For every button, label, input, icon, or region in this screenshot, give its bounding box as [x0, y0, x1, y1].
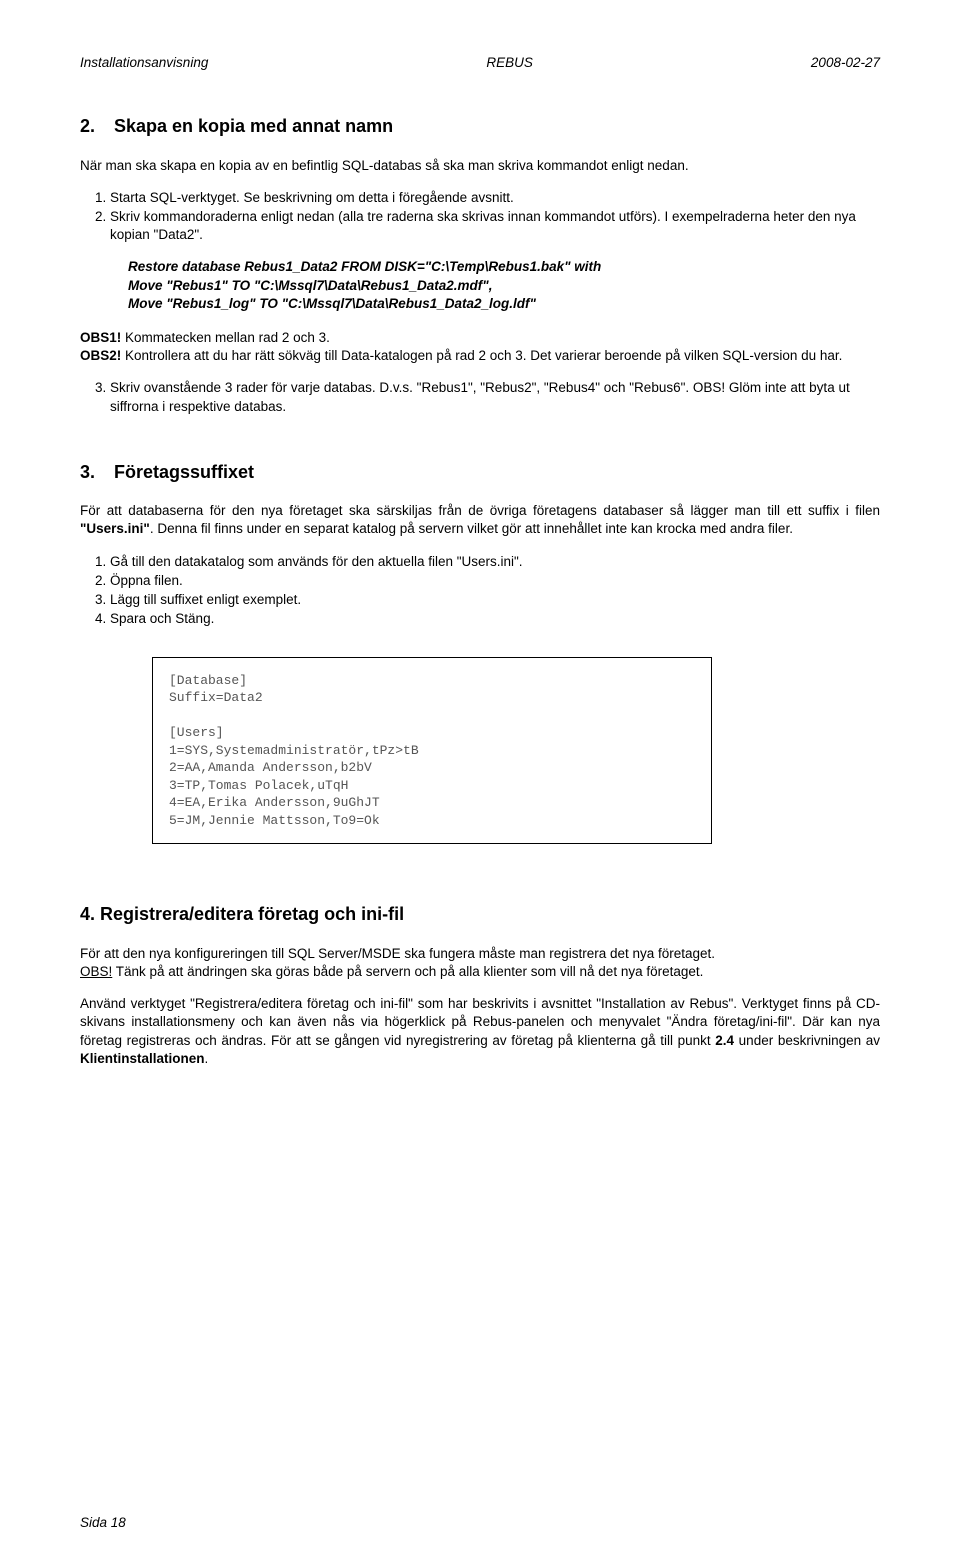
sec4-p2e: .: [205, 1051, 209, 1066]
sec2-code-block: Restore database Rebus1_Data2 FROM DISK=…: [128, 258, 880, 313]
cb-l8: 4=EA,Erika Andersson,9uGhJT: [169, 795, 380, 810]
sec4-obs-label: OBS!: [80, 964, 112, 979]
sec2-code-line-3: Move "Rebus1_log" TO "C:\Mssql7\Data\Reb…: [128, 295, 880, 313]
section-3-number: 3.: [80, 460, 114, 484]
sec3-steps: Gå till den datakatalog som används för …: [80, 553, 880, 629]
sec2-step-2: Skriv kommandoraderna enligt nedan (alla…: [110, 208, 880, 244]
cb-l4: [Users]: [169, 725, 224, 740]
sec4-p2d: Klientinstallationen: [80, 1051, 205, 1066]
sec4-p2: Använd verktyget "Registrera/editera för…: [80, 995, 880, 1068]
sec3-p1b: "Users.ini": [80, 521, 150, 536]
obs1-label: OBS1!: [80, 330, 121, 345]
cb-l9: 5=JM,Jennie Mattsson,To9=Ok: [169, 813, 380, 828]
sec4-p2c: under beskrivningen av: [734, 1033, 880, 1048]
section-2-title: Skapa en kopia med annat namn: [114, 116, 393, 136]
sec3-p1c: . Denna fil finns under en separat katal…: [150, 521, 793, 536]
cb-l6: 2=AA,Amanda Andersson,b2bV: [169, 760, 372, 775]
sec2-code-line-2: Move "Rebus1" TO "C:\Mssql7\Data\Rebus1_…: [128, 277, 880, 295]
sec2-code-line-1: Restore database Rebus1_Data2 FROM DISK=…: [128, 258, 880, 276]
page: Installationsanvisning REBUS 2008-02-27 …: [0, 0, 960, 1568]
obs2-label: OBS2!: [80, 348, 121, 363]
sec2-intro: När man ska skapa en kopia av en befintl…: [80, 157, 880, 175]
header-center: REBUS: [486, 54, 533, 72]
sec3-p1: För att databaserna för den nya företage…: [80, 502, 880, 538]
section-4-heading: 4. Registrera/editera företag och ini-fi…: [80, 902, 880, 926]
cb-l2: Suffix=Data2: [169, 690, 263, 705]
page-footer: Sida 18: [80, 1514, 126, 1532]
section-2-number: 2.: [80, 114, 114, 138]
section-2-heading: 2.Skapa en kopia med annat namn: [80, 114, 880, 138]
sec4-p2b: 2.4: [715, 1033, 734, 1048]
cb-l7: 3=TP,Tomas Polacek,uTqH: [169, 778, 348, 793]
sec3-code-box: [Database] Suffix=Data2 [Users] 1=SYS,Sy…: [152, 657, 712, 845]
sec4-p1a: För att den nya konfigureringen till SQL…: [80, 946, 715, 961]
page-header: Installationsanvisning REBUS 2008-02-27: [80, 54, 880, 72]
header-right: 2008-02-27: [811, 54, 880, 72]
sec2-steps-cont: Skriv ovanstående 3 rader för varje data…: [80, 379, 880, 415]
obs2-text: Kontrollera att du har rätt sökväg till …: [121, 348, 842, 363]
sec2-step-3: Skriv ovanstående 3 rader för varje data…: [110, 379, 880, 415]
sec3-p1a: För att databaserna för den nya företage…: [80, 503, 880, 518]
sec4-p1: För att den nya konfigureringen till SQL…: [80, 945, 880, 981]
cb-l1: [Database]: [169, 673, 247, 688]
header-left: Installationsanvisning: [80, 54, 208, 72]
sec3-step-2: Öppna filen.: [110, 572, 880, 590]
section-3-title: Företagssuffixet: [114, 462, 254, 482]
sec2-steps: Starta SQL-verktyget. Se beskrivning om …: [80, 189, 880, 245]
obs1-text: Kommatecken mellan rad 2 och 3.: [121, 330, 330, 345]
section-3-heading: 3.Företagssuffixet: [80, 460, 880, 484]
sec2-step-1: Starta SQL-verktyget. Se beskrivning om …: [110, 189, 880, 207]
sec3-step-4: Spara och Stäng.: [110, 610, 880, 628]
sec3-step-1: Gå till den datakatalog som används för …: [110, 553, 880, 571]
sec2-obs1: OBS1! Kommatecken mellan rad 2 och 3. OB…: [80, 329, 880, 365]
cb-l5: 1=SYS,Systemadministratör,tPz>tB: [169, 743, 419, 758]
sec4-p1b: Tänk på att ändringen ska göras både på …: [112, 964, 703, 979]
sec3-step-3: Lägg till suffixet enligt exemplet.: [110, 591, 880, 609]
